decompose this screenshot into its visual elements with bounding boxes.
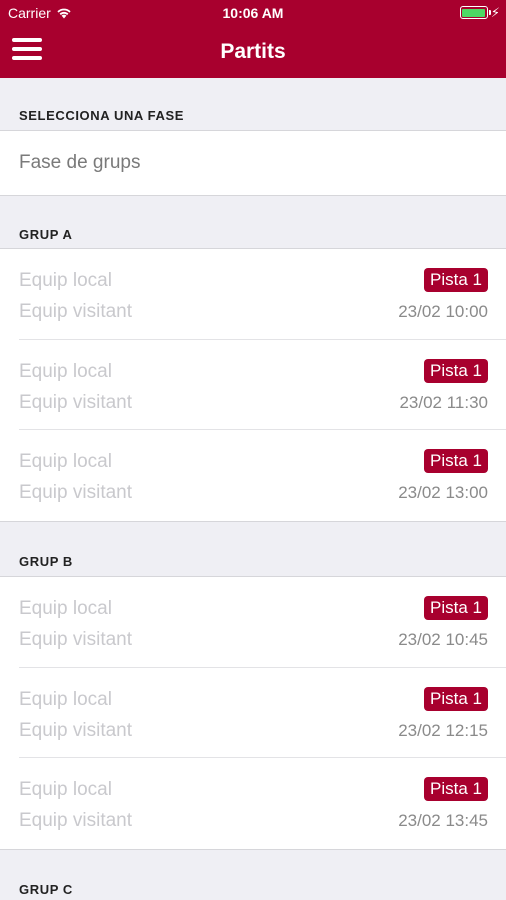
away-team: Equip visitant xyxy=(19,482,133,503)
phase-select-value[interactable]: Fase de grups xyxy=(19,152,140,174)
court-badge: Pista 1 xyxy=(424,596,488,620)
home-team: Equip local xyxy=(19,779,112,800)
match-datetime: 23/02 10:45 xyxy=(398,630,488,649)
battery-fill xyxy=(462,8,486,17)
match-list: Equip local Equip visitant Pista 1 23/02… xyxy=(0,576,506,850)
away-team: Equip visitant xyxy=(19,391,133,413)
battery-icon xyxy=(459,6,491,19)
status-bar: Carrier 10:06 AM ⚡ xyxy=(0,0,506,26)
match-row[interactable]: Equip local Equip visitant Pista 1 23/02… xyxy=(19,340,506,430)
nav-bar: Carrier 10:06 AM ⚡ Partits xyxy=(0,0,506,78)
match-row[interactable]: Equip local Equip visitant Pista 1 23/02… xyxy=(19,249,506,340)
match-datetime: 23/02 13:00 xyxy=(398,483,488,502)
home-team: Equip local xyxy=(19,270,112,291)
group-header: GRUP B xyxy=(19,554,73,569)
home-team: Equip local xyxy=(19,688,112,710)
away-team: Equip visitant xyxy=(19,301,133,322)
away-team: Equip visitant xyxy=(19,810,133,831)
home-team: Equip local xyxy=(19,598,112,619)
battery-indicator: ⚡ xyxy=(459,5,500,20)
court-badge: Pista 1 xyxy=(424,686,488,711)
phase-selector[interactable]: Fase de grups xyxy=(0,130,506,196)
away-team: Equip visitant xyxy=(19,719,133,741)
match-datetime: 23/02 13:45 xyxy=(398,811,488,830)
court-badge: Pista 1 xyxy=(424,449,488,473)
group-header: GRUP A xyxy=(19,227,73,242)
court-badge: Pista 1 xyxy=(424,358,488,383)
charging-bolt-icon: ⚡ xyxy=(490,5,500,20)
match-row[interactable]: Equip local Equip visitant Pista 1 23/02… xyxy=(19,758,506,849)
match-row[interactable]: Equip local Equip visitant Pista 1 23/02… xyxy=(19,430,506,521)
home-team: Equip local xyxy=(19,451,112,472)
match-datetime: 23/02 11:30 xyxy=(399,392,488,412)
match-list: Equip local Equip visitant Pista 1 23/02… xyxy=(0,248,506,522)
page-title: Partits xyxy=(220,40,286,63)
match-datetime: 23/02 10:00 xyxy=(398,302,488,321)
phase-section-header: SELECCIONA UNA FASE xyxy=(19,108,185,123)
away-team: Equip visitant xyxy=(19,629,133,650)
court-badge: Pista 1 xyxy=(424,268,488,292)
match-row[interactable]: Equip local Equip visitant Pista 1 23/02… xyxy=(19,668,506,758)
court-badge: Pista 1 xyxy=(424,777,488,801)
status-time: 10:06 AM xyxy=(222,5,284,21)
match-datetime: 23/02 12:15 xyxy=(398,720,488,740)
match-row[interactable]: Equip local Equip visitant Pista 1 23/02… xyxy=(19,577,506,668)
home-team: Equip local xyxy=(19,360,112,382)
group-header: GRUP C xyxy=(19,882,73,897)
